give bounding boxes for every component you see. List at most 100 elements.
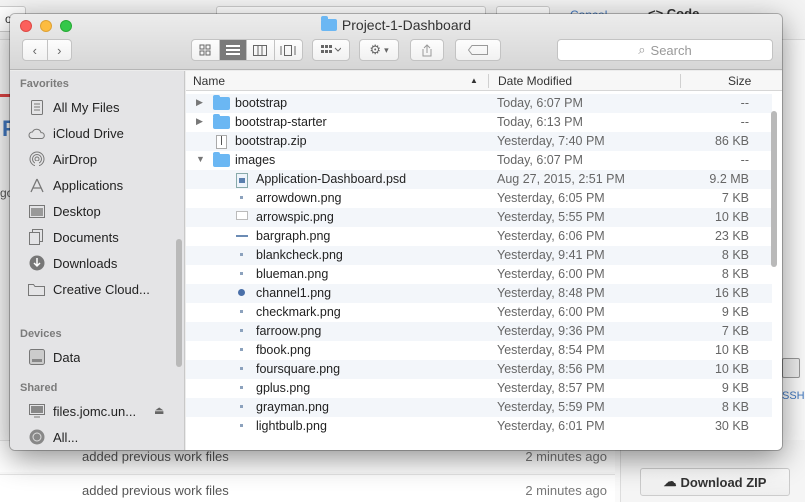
title-bar: Project-1-Dashboard ‹ › ⚙ ▾ ⌕ Search <box>10 14 782 70</box>
file-date-modified: Aug 27, 2015, 2:51 PM <box>497 172 625 186</box>
file-row[interactable]: channel1.png Yesterday, 8:48 PM 16 KB <box>186 284 772 303</box>
finder-window: Project-1-Dashboard ‹ › ⚙ ▾ ⌕ Search Fav… <box>10 14 782 450</box>
sidebar-item-data[interactable]: Data <box>28 345 178 369</box>
file-row[interactable]: foursquare.png Yesterday, 8:56 PM 10 KB <box>186 360 772 379</box>
share-icon <box>422 43 432 56</box>
disclosure-collapsed-icon[interactable]: ▶ <box>196 116 203 127</box>
file-name: foursquare.png <box>256 362 341 376</box>
file-date-modified: Yesterday, 7:40 PM <box>497 134 605 148</box>
file-name: arrowspic.png <box>256 210 334 224</box>
folder-icon <box>320 16 337 31</box>
file-row[interactable]: grayman.png Yesterday, 5:59 PM 8 KB <box>186 398 772 417</box>
file-name: grayman.png <box>256 400 329 414</box>
disk-icon <box>28 349 45 365</box>
favorites-heading: Favorites <box>20 78 69 90</box>
file-date-modified: Yesterday, 9:41 PM <box>497 248 605 262</box>
folder-icon <box>213 114 230 129</box>
sidebar-item-airdrop[interactable]: AirDrop <box>28 147 178 171</box>
file-size: 9 KB <box>721 305 749 319</box>
disclosure-expanded-icon[interactable]: ▼ <box>196 154 205 164</box>
cloud-download-icon: ☁ <box>663 474 677 489</box>
arrange-button[interactable] <box>312 39 350 61</box>
file-date-modified: Yesterday, 5:59 PM <box>497 400 605 414</box>
sidebar-item-label: AirDrop <box>53 151 98 167</box>
file-name: bootstrap-starter <box>235 115 327 129</box>
file-row[interactable]: farroow.png Yesterday, 9:36 PM 7 KB <box>186 322 772 341</box>
file-name: bootstrap.zip <box>235 134 307 148</box>
action-button[interactable]: ⚙ ▾ <box>359 39 399 61</box>
file-row[interactable]: blankcheck.png Yesterday, 9:41 PM 8 KB <box>186 246 772 265</box>
background-ssh-link[interactable]: SSH, <box>782 390 805 402</box>
window-title-text: Project-1-Dashboard <box>341 17 472 33</box>
image-file-icon <box>236 268 248 280</box>
file-row[interactable]: ▶ bootstrap-starter Today, 6:13 PM -- <box>186 113 772 132</box>
image-file-icon <box>236 401 248 413</box>
file-name: gplus.png <box>256 381 311 395</box>
forward-button[interactable]: › <box>48 40 72 60</box>
file-size: 23 KB <box>714 229 749 243</box>
name-column-header[interactable]: Name <box>193 74 225 88</box>
chevron-down-icon: ▾ <box>384 44 389 55</box>
sidebar-item-desktop[interactable]: Desktop <box>28 199 178 223</box>
sidebar-item-label: Creative Cloud... <box>53 281 150 297</box>
file-name: blankcheck.png <box>256 248 343 262</box>
search-field[interactable]: ⌕ Search <box>557 39 773 61</box>
file-row[interactable]: arrowdown.png Yesterday, 6:05 PM 7 KB <box>186 189 772 208</box>
sidebar-item-downloads[interactable]: Downloads <box>28 251 178 275</box>
commit-message[interactable]: added previous work files <box>82 449 229 464</box>
file-row[interactable]: arrowspic.png Yesterday, 5:55 PM 10 KB <box>186 208 772 227</box>
file-name: Application-Dashboard.psd <box>256 172 407 186</box>
sidebar-item-all-shared[interactable]: All... <box>28 425 178 449</box>
sidebar-item-documents[interactable]: Documents <box>28 225 178 249</box>
sidebar-item-creative-cloud[interactable]: Creative Cloud... <box>28 277 178 301</box>
file-row[interactable]: bargraph.png Yesterday, 6:06 PM 23 KB <box>186 227 772 246</box>
sidebar-item-all-my-files[interactable]: All My Files <box>28 95 178 119</box>
commit-row: added previous work files 2 minutes ago <box>0 474 615 502</box>
file-size: 86 KB <box>714 134 749 148</box>
file-row[interactable]: bootstrap.zip Yesterday, 7:40 PM 86 KB <box>186 132 772 151</box>
sidebar-item-applications[interactable]: Applications <box>28 173 178 197</box>
arrange-grid-icon <box>321 45 341 53</box>
disclosure-collapsed-icon[interactable]: ▶ <box>196 97 203 108</box>
image-file-icon <box>236 325 248 337</box>
clipboard-icon[interactable] <box>782 358 800 378</box>
file-row[interactable]: ▶ bootstrap Today, 6:07 PM -- <box>186 94 772 113</box>
date-column-header[interactable]: Date Modified <box>498 74 572 88</box>
tags-button[interactable] <box>455 39 501 61</box>
image-file-icon <box>236 287 248 299</box>
file-row[interactable]: checkmark.png Yesterday, 6:00 PM 9 KB <box>186 303 772 322</box>
size-column-header[interactable]: Size <box>728 74 751 88</box>
list-view-button[interactable] <box>219 40 247 60</box>
download-zip-button[interactable]: ☁ Download ZIP <box>640 468 790 496</box>
file-row[interactable]: fbook.png Yesterday, 8:54 PM 10 KB <box>186 341 772 360</box>
share-button[interactable] <box>410 39 444 61</box>
cover-flow-button[interactable] <box>275 40 302 60</box>
file-date-modified: Yesterday, 6:00 PM <box>497 267 605 281</box>
file-row[interactable]: gplus.png Yesterday, 8:57 PM 9 KB <box>186 379 772 398</box>
sidebar-scrollbar[interactable] <box>176 239 182 367</box>
file-row[interactable]: blueman.png Yesterday, 6:00 PM 8 KB <box>186 265 772 284</box>
image-file-icon <box>236 211 248 220</box>
icon-view-button[interactable] <box>192 40 220 60</box>
column-view-button[interactable] <box>247 40 275 60</box>
back-button[interactable]: ‹ <box>23 40 48 60</box>
file-name: farroow.png <box>256 324 322 338</box>
image-file-icon <box>236 382 248 394</box>
back-forward-control: ‹ › <box>22 39 72 61</box>
sidebar-item-label: iCloud Drive <box>53 125 124 141</box>
column-divider[interactable] <box>680 74 681 88</box>
file-row[interactable]: lightbulb.png Yesterday, 6:01 PM 30 KB <box>186 417 772 436</box>
file-name: arrowdown.png <box>256 191 342 205</box>
file-size: 16 KB <box>714 286 749 300</box>
image-file-icon <box>236 192 248 204</box>
commit-age: 2 minutes ago <box>525 483 607 498</box>
column-divider[interactable] <box>488 74 489 88</box>
server-icon <box>28 404 45 419</box>
file-row[interactable]: Application-Dashboard.psd Aug 27, 2015, 2… <box>186 170 772 189</box>
file-row[interactable]: ▼ images Today, 6:07 PM -- <box>186 151 772 170</box>
eject-icon[interactable]: ⏏ <box>154 404 164 417</box>
vertical-scrollbar[interactable] <box>771 111 777 267</box>
file-name: checkmark.png <box>256 305 341 319</box>
sidebar-item-icloud-drive[interactable]: iCloud Drive <box>28 121 178 145</box>
commit-message[interactable]: added previous work files <box>82 483 229 498</box>
